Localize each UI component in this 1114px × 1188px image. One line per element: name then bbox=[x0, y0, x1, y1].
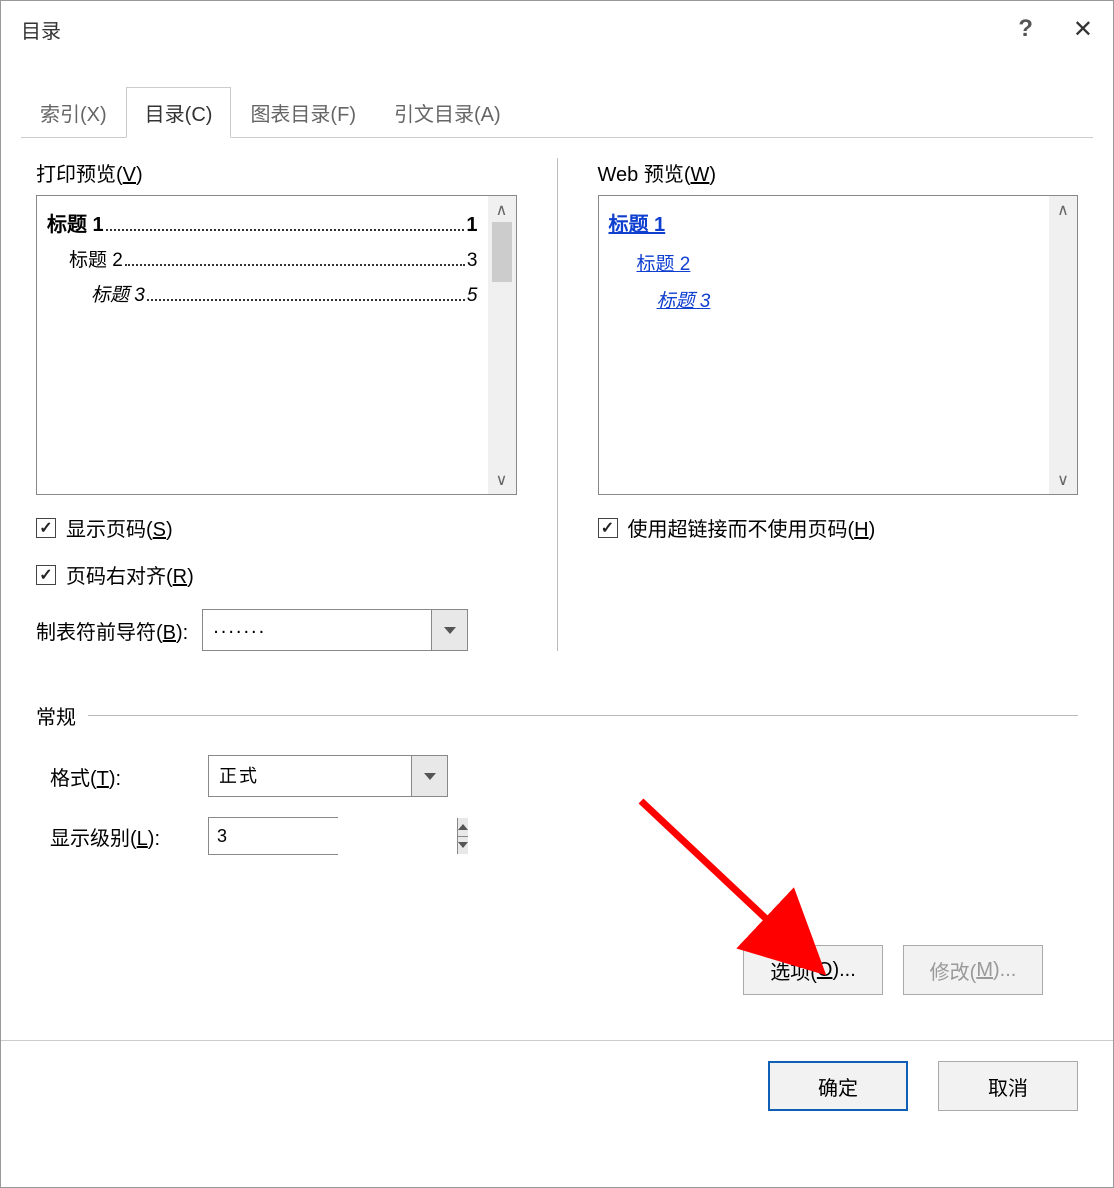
tab-leader-value: ....... bbox=[203, 610, 431, 650]
web-link-3[interactable]: 标题 3 bbox=[657, 286, 1040, 313]
web-link-2[interactable]: 标题 2 bbox=[637, 249, 1040, 276]
section-divider bbox=[88, 715, 1078, 716]
show-page-numbers-label: 显示页码(S) bbox=[66, 513, 173, 542]
format-dropdown[interactable]: 正式 bbox=[208, 755, 448, 797]
spinner-up-icon[interactable] bbox=[458, 818, 468, 837]
titlebar: 目录 ? ✕ bbox=[1, 1, 1113, 57]
scroll-up-icon[interactable]: ∧ bbox=[1057, 200, 1069, 220]
scroll-down-icon[interactable]: ∨ bbox=[496, 470, 508, 490]
spinner-down-icon[interactable] bbox=[458, 837, 468, 855]
use-hyperlinks-row: 使用超链接而不使用页码(H) bbox=[598, 513, 1079, 542]
dropdown-arrow-icon[interactable] bbox=[411, 756, 447, 796]
help-button[interactable]: ? bbox=[1018, 15, 1033, 43]
tab-figures[interactable]: 图表目录(F) bbox=[231, 87, 375, 138]
spinner-buttons bbox=[457, 818, 468, 854]
levels-label: 显示级别(L): bbox=[50, 822, 180, 851]
tab-citations[interactable]: 引文目录(A) bbox=[375, 87, 520, 138]
scroll-down-icon[interactable]: ∨ bbox=[1057, 470, 1069, 490]
tab-toc[interactable]: 目录(C) bbox=[126, 87, 232, 138]
dialog-title: 目录 bbox=[21, 15, 61, 44]
web-preview-scrollbar[interactable]: ∧ ∨ bbox=[1049, 196, 1077, 494]
print-preview-label: 打印预览(V) bbox=[36, 158, 517, 187]
general-section-header: 常规 bbox=[36, 701, 1078, 730]
web-preview-col: Web 预览(W) 标题 1 标题 2 标题 3 ∧ ∨ 使用超链接而不使用页码… bbox=[598, 158, 1079, 651]
web-link-1[interactable]: 标题 1 bbox=[609, 208, 1040, 237]
right-align-label: 页码右对齐(R) bbox=[66, 560, 194, 589]
tab-strip: 索引(X) 目录(C) 图表目录(F) 引文目录(A) bbox=[1, 87, 1113, 138]
toc-entry-3: 标题 3 5 bbox=[91, 280, 478, 307]
web-preview-content: 标题 1 标题 2 标题 3 bbox=[599, 196, 1050, 494]
tab-leader-label: 制表符前导符(B): bbox=[36, 616, 188, 645]
right-align-row: 页码右对齐(R) bbox=[36, 560, 517, 589]
levels-row: 显示级别(L): bbox=[50, 817, 1078, 855]
general-grid: 格式(T): 正式 显示级别(L): bbox=[50, 755, 1078, 855]
print-preview-col: 打印预览(V) 标题 1 1 标题 2 3 标题 3 bbox=[36, 158, 517, 651]
format-label: 格式(T): bbox=[50, 762, 180, 791]
leader-dots bbox=[106, 229, 465, 231]
right-align-checkbox[interactable] bbox=[36, 565, 56, 585]
footer-buttons: 确定 取消 bbox=[1, 1061, 1113, 1131]
toc-entry-2: 标题 2 3 bbox=[69, 245, 478, 272]
leader-dots bbox=[147, 299, 465, 301]
leader-dots bbox=[125, 264, 465, 266]
scroll-up-icon[interactable]: ∧ bbox=[496, 200, 508, 220]
vertical-divider bbox=[557, 158, 558, 651]
options-button-row: 选项(O)... 修改(M)... bbox=[36, 945, 1078, 1010]
levels-spinner[interactable] bbox=[208, 817, 338, 855]
options-button[interactable]: 选项(O)... bbox=[743, 945, 883, 995]
format-value: 正式 bbox=[209, 756, 411, 796]
ok-button[interactable]: 确定 bbox=[768, 1061, 908, 1111]
footer-separator bbox=[1, 1040, 1113, 1041]
show-page-numbers-checkbox[interactable] bbox=[36, 518, 56, 538]
format-row: 格式(T): 正式 bbox=[50, 755, 1078, 797]
levels-input[interactable] bbox=[209, 818, 457, 854]
show-page-numbers-row: 显示页码(S) bbox=[36, 513, 517, 542]
print-preview-box: 标题 1 1 标题 2 3 标题 3 5 bbox=[36, 195, 517, 495]
content-area: 打印预览(V) 标题 1 1 标题 2 3 标题 3 bbox=[1, 138, 1113, 1030]
dropdown-arrow-icon[interactable] bbox=[431, 610, 467, 650]
scroll-thumb[interactable] bbox=[492, 222, 512, 282]
web-preview-label: Web 预览(W) bbox=[598, 158, 1079, 187]
tab-index[interactable]: 索引(X) bbox=[21, 87, 126, 138]
web-preview-box: 标题 1 标题 2 标题 3 ∧ ∨ bbox=[598, 195, 1079, 495]
use-hyperlinks-label: 使用超链接而不使用页码(H) bbox=[628, 513, 876, 542]
preview-row: 打印预览(V) 标题 1 1 标题 2 3 标题 3 bbox=[36, 158, 1078, 651]
tab-leader-dropdown[interactable]: ....... bbox=[202, 609, 468, 651]
modify-button[interactable]: 修改(M)... bbox=[903, 945, 1043, 995]
titlebar-controls: ? ✕ bbox=[1018, 15, 1093, 44]
close-button[interactable]: ✕ bbox=[1073, 15, 1093, 44]
print-preview-scrollbar[interactable]: ∧ ∨ bbox=[488, 196, 516, 494]
toc-entry-1: 标题 1 1 bbox=[47, 208, 478, 237]
print-preview-content: 标题 1 1 标题 2 3 标题 3 5 bbox=[37, 196, 488, 494]
cancel-button[interactable]: 取消 bbox=[938, 1061, 1078, 1111]
use-hyperlinks-checkbox[interactable] bbox=[598, 518, 618, 538]
tab-leader-row: 制表符前导符(B): ....... bbox=[36, 609, 517, 651]
